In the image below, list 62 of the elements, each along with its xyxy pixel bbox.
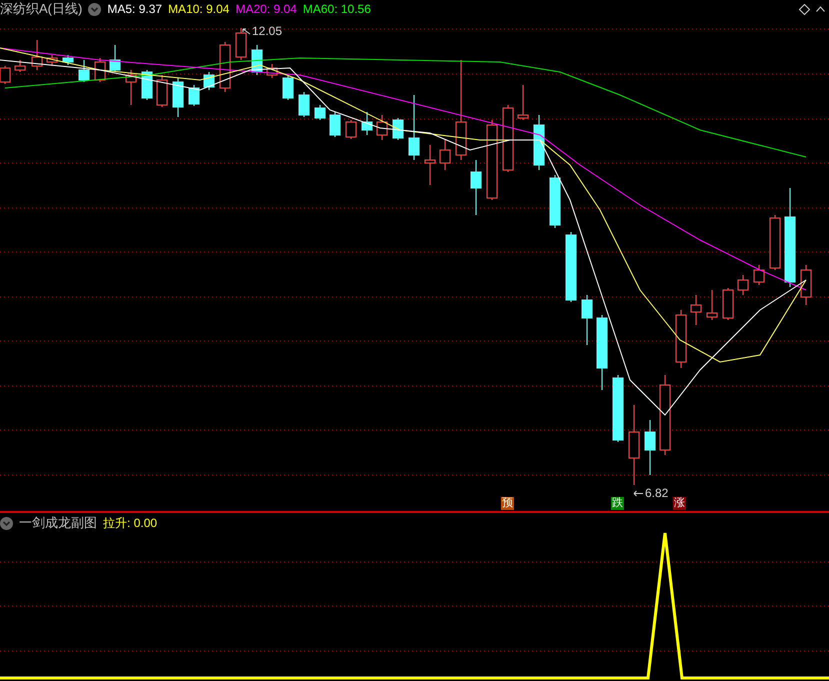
candlestick <box>46 54 58 66</box>
candlestick <box>266 64 278 78</box>
signal-tag: 预 <box>501 497 514 510</box>
candlestick <box>690 294 702 326</box>
candlestick <box>298 92 310 118</box>
candlestick <box>62 54 74 66</box>
candlestick <box>32 40 42 70</box>
candlestick <box>142 70 152 100</box>
candlestick <box>14 60 26 72</box>
candlestick <box>770 214 780 270</box>
low-price-label: 6.82 <box>645 485 668 502</box>
candlestick <box>156 74 168 108</box>
chevron-down-icon[interactable] <box>88 2 102 16</box>
candlestick <box>566 232 576 302</box>
signal-tag: 涨 <box>673 497 686 510</box>
candlestick <box>188 84 200 106</box>
candlestick <box>800 264 812 306</box>
moving-average-value: MA20: 9.04 <box>235 1 297 18</box>
candlestick <box>78 60 90 82</box>
candlestick <box>314 104 326 120</box>
candlestick <box>330 112 340 138</box>
candlestick <box>424 144 436 186</box>
candlestick <box>612 374 624 442</box>
candlestick <box>534 114 544 170</box>
candlestick <box>502 104 514 172</box>
candlestick <box>346 120 356 140</box>
caret-up-icon[interactable] <box>816 6 825 12</box>
candlestick <box>282 74 294 100</box>
signal-tag: 跌 <box>611 497 624 510</box>
chevron-down-icon[interactable] <box>0 516 13 530</box>
indicator-title: 一剑成龙副图 <box>19 514 97 532</box>
stock-title: 深纺织A(日线) <box>0 0 82 18</box>
moving-average-value: MA60: 10.56 <box>302 1 371 18</box>
candlestick <box>722 288 734 320</box>
candlestick <box>518 84 528 120</box>
candlestick <box>110 44 120 72</box>
candlestick <box>582 294 592 346</box>
candlestick <box>376 114 388 140</box>
candlestick <box>550 174 560 228</box>
moving-average-value: MA10: 9.04 <box>168 1 230 18</box>
candlestick <box>172 78 184 118</box>
candlestick <box>644 420 656 476</box>
candlestick <box>362 112 372 136</box>
candlestick <box>754 264 764 286</box>
candlestick <box>470 160 482 216</box>
arrow-icon <box>633 490 644 496</box>
candlestick <box>738 274 748 296</box>
candlestick <box>392 118 404 140</box>
high-price-label: 12.05 <box>252 23 282 40</box>
candlestick <box>676 310 686 368</box>
moving-average-value: MA5: 9.37 <box>107 1 162 18</box>
candlestick <box>204 72 214 90</box>
candlestick <box>236 28 246 60</box>
candlestick <box>220 42 230 92</box>
arrow-icon <box>242 28 251 34</box>
candlestick <box>94 58 106 82</box>
candlestick <box>126 70 136 106</box>
candlestick <box>408 94 420 160</box>
diamond-icon[interactable] <box>799 4 810 14</box>
candlestick <box>440 140 450 170</box>
candlestick <box>706 290 718 320</box>
indicator-value: 拉升: 0.00 <box>103 515 158 532</box>
